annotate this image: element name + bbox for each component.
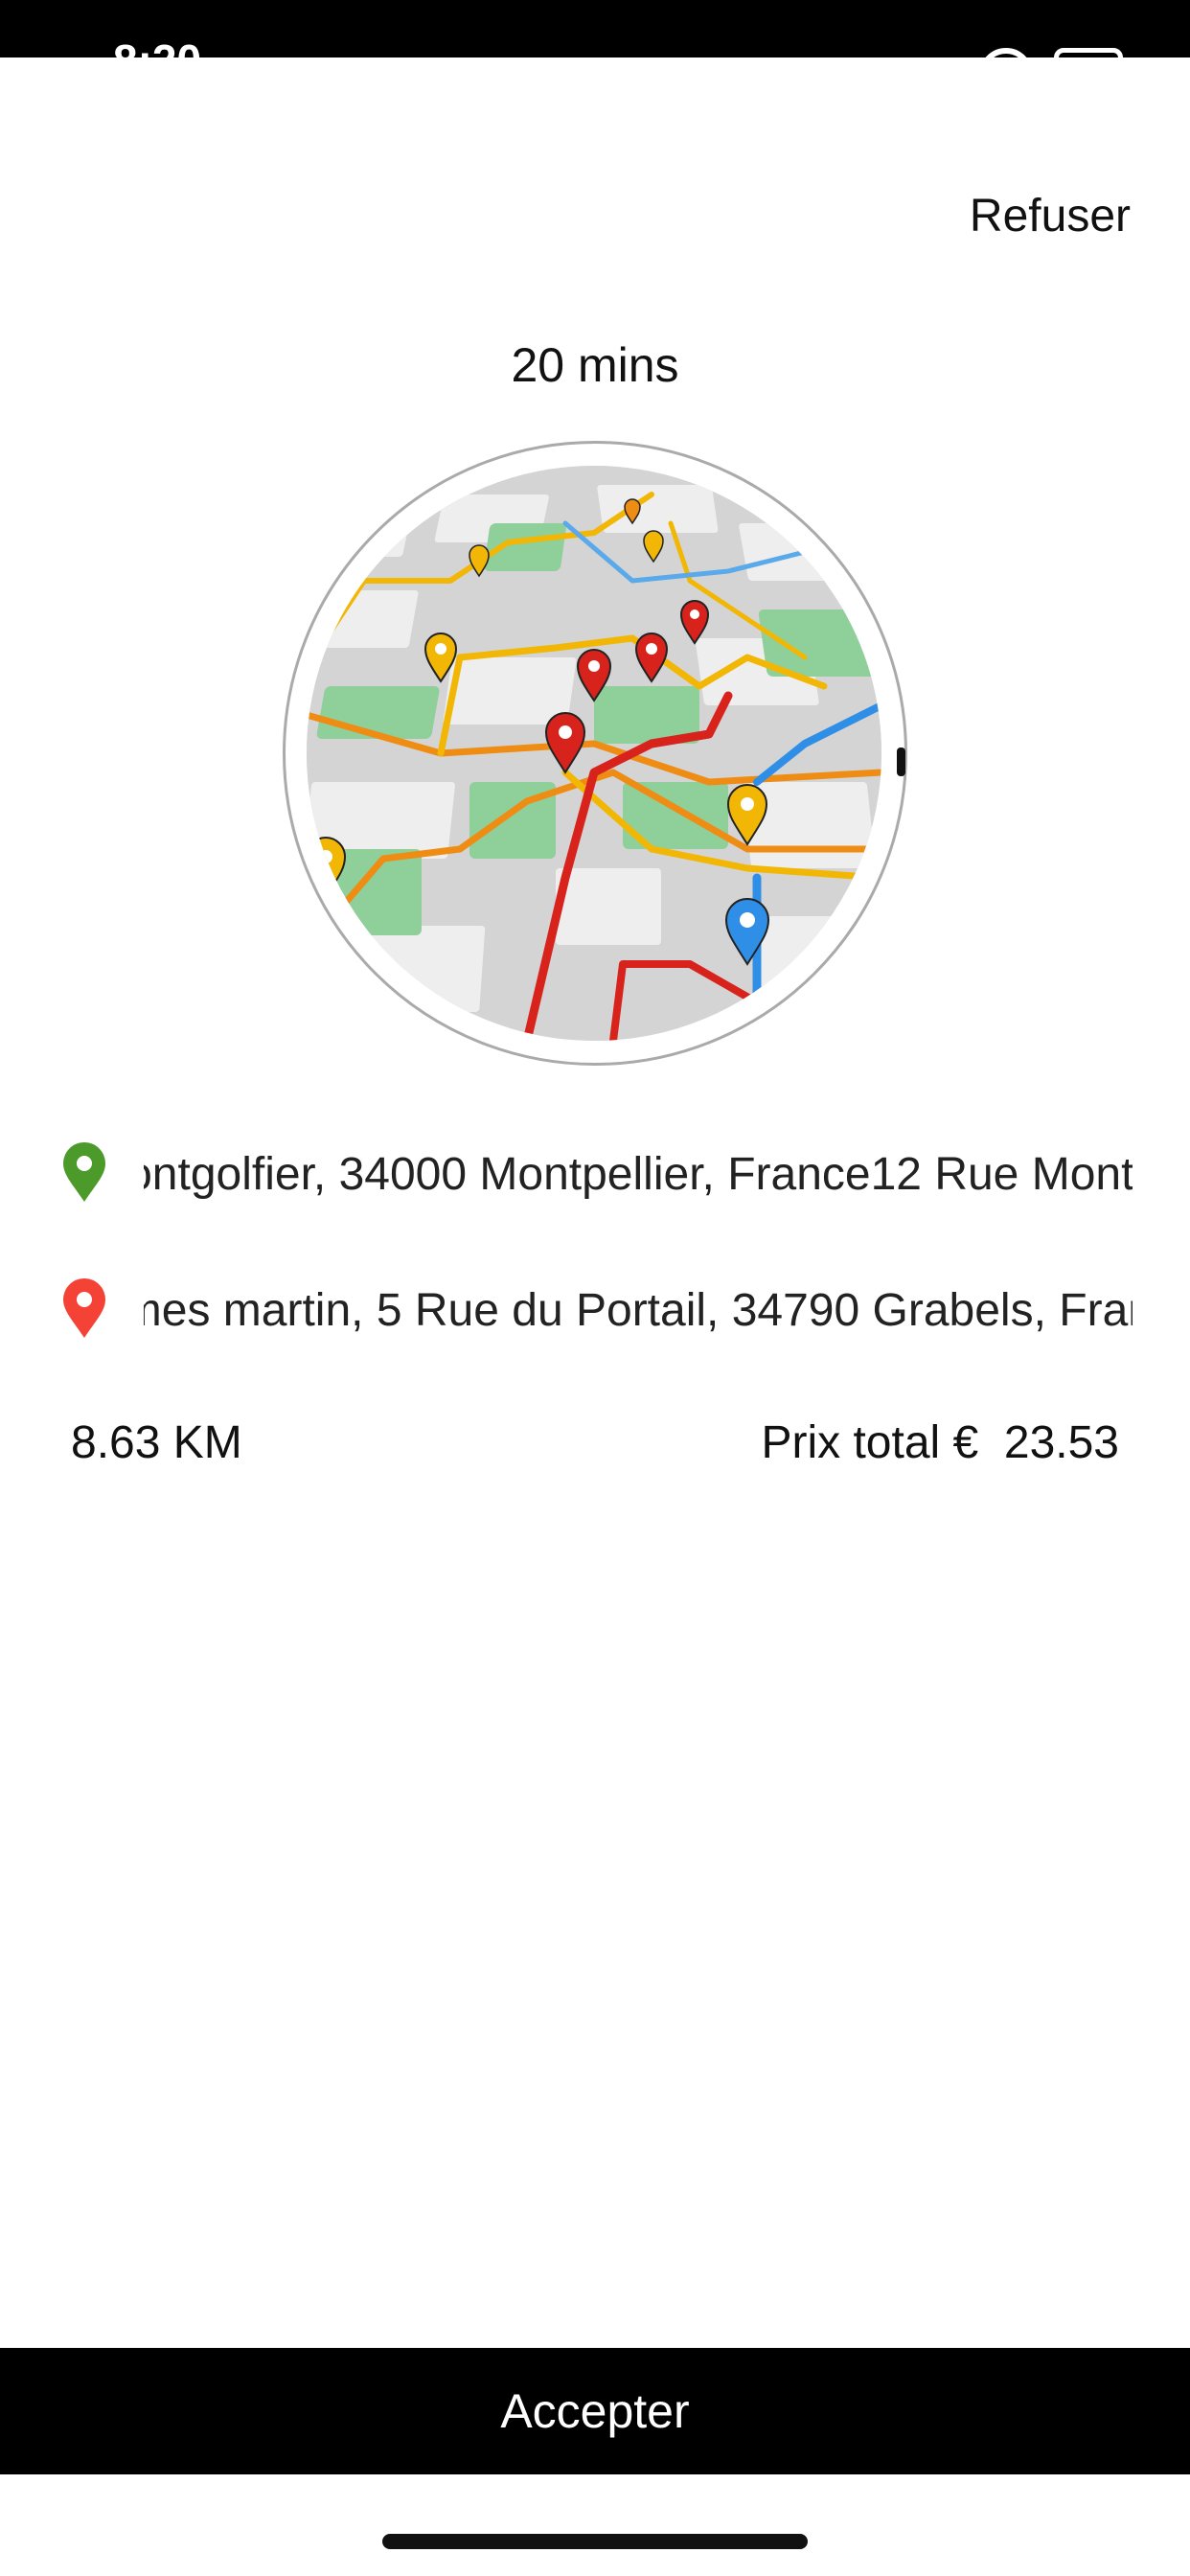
pickup-address-row: 12 Rue Montgolfier, 34000 Montpellier, F… (59, 1142, 1133, 1209)
home-indicator[interactable] (382, 2534, 808, 2549)
dropoff-pin-icon (63, 1278, 105, 1338)
route-map-illustration (307, 466, 881, 1041)
status-time: 8:20 (113, 38, 201, 58)
trip-distance: 8.63 KM (71, 1417, 242, 1468)
pickup-pin-icon (63, 1142, 105, 1202)
dropoff-address-marquee: lue dames martin, 5 Rue du Portail, 3479… (144, 1278, 1133, 1346)
total-price: Prix total € 23.53 (761, 1417, 1119, 1468)
wifi-icon (979, 48, 1033, 58)
route-map-image (307, 466, 881, 1041)
ride-request-screen: 8:20 Refuser 20 mins (0, 0, 1190, 2576)
accept-button[interactable]: Accepter (0, 2348, 1190, 2474)
refuse-button[interactable]: Refuser (970, 190, 1131, 243)
dropoff-address-row: lue dames martin, 5 Rue du Portail, 3479… (59, 1278, 1133, 1346)
dropoff-address: lue dames martin, 5 Rue du Portail, 3479… (144, 1285, 1133, 1336)
battery-icon (1054, 48, 1123, 58)
map-scroll-handle[interactable] (897, 748, 905, 776)
pickup-address: 12 Rue Montgolfier, 34000 Montpellier, F… (144, 1149, 1133, 1200)
eta-label: 20 mins (511, 338, 679, 392)
status-bar: 8:20 (0, 0, 1190, 58)
pickup-address-marquee: 12 Rue Montgolfier, 34000 Montpellier, F… (144, 1142, 1133, 1209)
